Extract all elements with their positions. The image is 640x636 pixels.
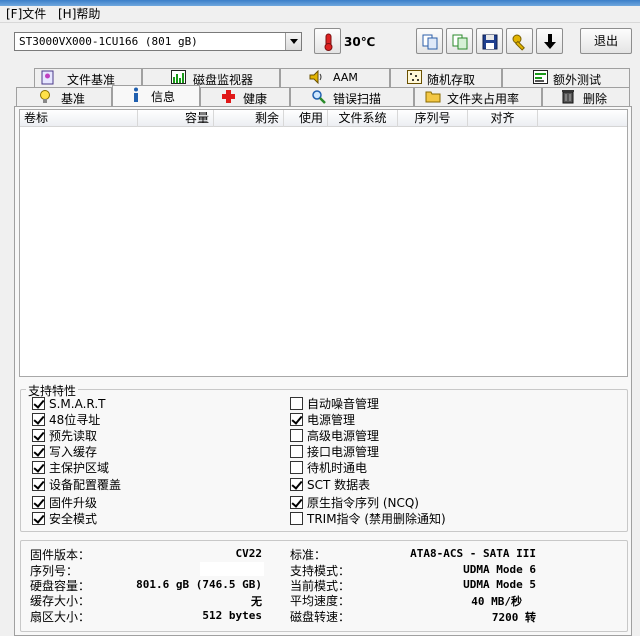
thermometer-icon	[324, 33, 333, 51]
column-header-capacity[interactable]: 容量	[138, 110, 214, 127]
info-value-avg-speed: 40 MB/秒	[471, 595, 522, 608]
column-header-used[interactable]: 使用	[284, 110, 328, 127]
temperature-button[interactable]	[314, 28, 341, 54]
checkbox-trim[interactable]	[290, 512, 303, 525]
checkbox-smart[interactable]	[32, 397, 45, 410]
info-value-standard: ATA8-ACS - SATA III	[410, 547, 536, 560]
serial-redaction	[200, 562, 264, 576]
arrow-down-icon	[544, 34, 556, 49]
info-icon	[131, 87, 141, 106]
checkbox-power-management[interactable]	[290, 413, 303, 426]
column-header-serial[interactable]: 序列号	[398, 110, 468, 127]
checkbox-aam[interactable]	[290, 397, 303, 410]
tab-benchmark[interactable]: 基准	[16, 87, 112, 106]
floppy-save-icon	[482, 34, 498, 50]
speaker-icon	[309, 69, 325, 87]
random-access-icon	[407, 70, 422, 87]
info-value-current-mode: UDMA Mode 5	[463, 578, 536, 591]
chevron-down-icon[interactable]	[285, 33, 301, 50]
info-key-firmware: 固件版本：	[30, 548, 91, 562]
copy-text-button[interactable]	[416, 28, 443, 54]
exit-button[interactable]: 退出	[580, 28, 632, 54]
drive-select[interactable]: ST3000VX000-1CU166 (801 gB)	[14, 32, 302, 51]
info-value-buffer: 无	[251, 595, 262, 608]
info-key-buffer: 缓存大小：	[30, 594, 91, 608]
checkbox-48bit-lba[interactable]	[32, 413, 45, 426]
file-benchmark-icon	[41, 70, 55, 88]
tab-aam[interactable]: AAM	[280, 68, 390, 87]
tab-folder-usage[interactable]: 文件夹占用率	[414, 87, 542, 106]
copy-icon	[422, 34, 438, 50]
checkbox-host-protected-area[interactable]	[32, 461, 45, 474]
info-value-rotation: 7200 转	[491, 611, 536, 624]
menu-bar: [F]文件 [H]帮助	[0, 6, 640, 23]
partition-list-header: 卷标 容量 剩余 使用 文件系统 序列号 对齐	[20, 110, 627, 127]
options-button[interactable]	[506, 28, 533, 54]
menu-help[interactable]: [H]帮助	[58, 7, 100, 21]
column-header-alignment[interactable]: 对齐	[468, 110, 538, 127]
extra-tests-icon	[533, 70, 548, 87]
info-value-firmware: CV22	[235, 547, 263, 560]
folder-icon	[425, 89, 441, 106]
info-key-rotation: 磁盘转速：	[290, 610, 351, 624]
checkbox-ncq[interactable]	[290, 496, 303, 509]
info-value-supported-mode: UDMA Mode 6	[463, 563, 536, 576]
download-button[interactable]	[536, 28, 563, 54]
checkbox-interface-power[interactable]	[290, 445, 303, 458]
menu-file[interactable]: [F]文件	[6, 7, 46, 21]
copy-image-icon	[452, 34, 468, 50]
tab-extra-tests[interactable]: 额外测试	[502, 68, 630, 87]
checkbox-sct-tables[interactable]	[290, 478, 303, 491]
copy-screenshot-button[interactable]	[446, 28, 473, 54]
column-header-label[interactable]: 卷标	[20, 110, 138, 127]
health-cross-icon	[221, 89, 236, 107]
tab-random-access[interactable]: 随机存取	[390, 68, 502, 87]
save-button[interactable]	[476, 28, 503, 54]
temperature-readout: 30℃	[344, 35, 376, 49]
tab-health[interactable]: 健康	[200, 87, 290, 106]
info-key-avg-speed: 平均速度：	[290, 594, 351, 608]
column-header-filesystem[interactable]: 文件系统	[328, 110, 398, 127]
info-value-capacity: 801.6 gB (746.5 GB)	[136, 578, 262, 591]
tab-info[interactable]: 信息	[112, 85, 200, 106]
partition-list[interactable]: 卷标 容量 剩余 使用 文件系统 序列号 对齐	[19, 109, 628, 377]
info-key-sector: 扇区大小：	[30, 610, 91, 624]
column-header-free[interactable]: 剩余	[214, 110, 284, 127]
checkbox-firmware-update[interactable]	[32, 496, 45, 509]
magnifier-icon	[311, 89, 327, 107]
trash-icon	[561, 89, 575, 107]
checkbox-device-config-overlay[interactable]	[32, 478, 45, 491]
checkbox-power-up-standby[interactable]	[290, 461, 303, 474]
checkbox-apm[interactable]	[290, 429, 303, 442]
tab-erase[interactable]: 删除	[542, 87, 630, 106]
info-key-standard: 标准：	[290, 548, 327, 562]
checkbox-read-ahead[interactable]	[32, 429, 45, 442]
checkbox-security-mode[interactable]	[32, 512, 45, 525]
info-value-sector: 512 bytes	[202, 609, 262, 622]
checkbox-write-cache[interactable]	[32, 445, 45, 458]
tab-error-scan[interactable]: 错误扫描	[290, 87, 414, 106]
drive-select-value: ST3000VX000-1CU166 (801 gB)	[19, 35, 198, 48]
wrench-icon	[512, 34, 525, 51]
